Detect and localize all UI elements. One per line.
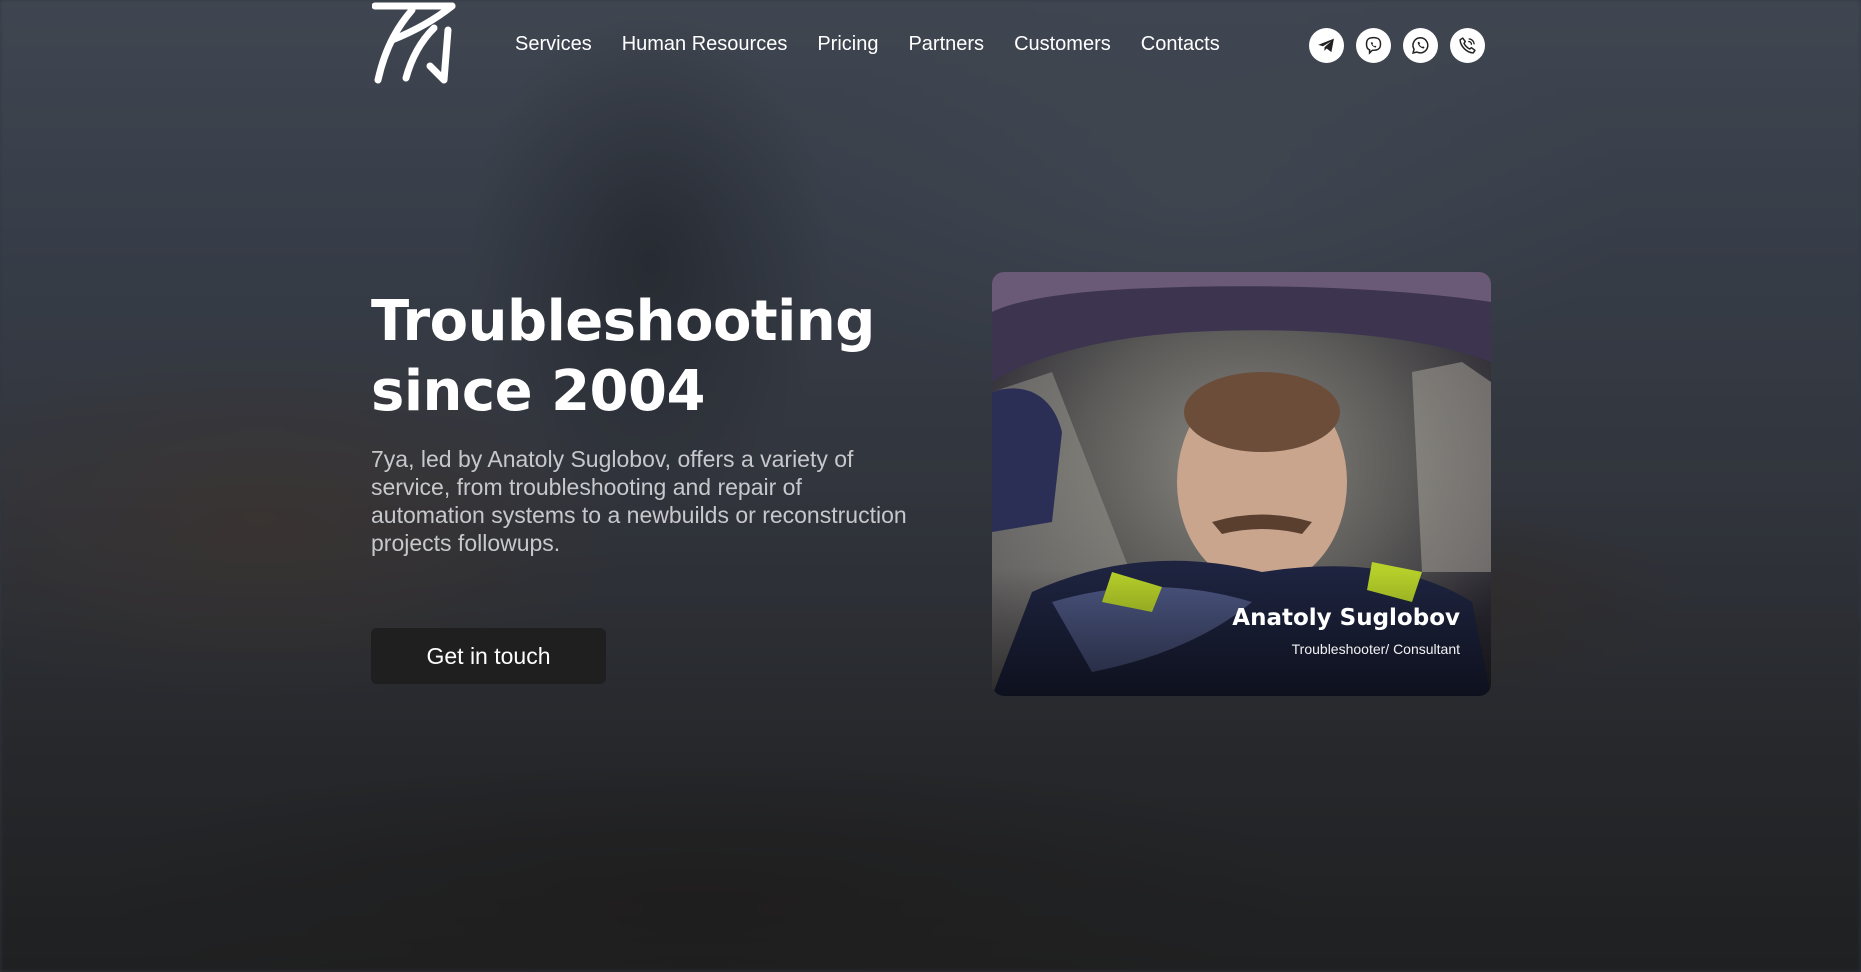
telegram-link[interactable] <box>1309 28 1344 63</box>
phone-link[interactable] <box>1450 28 1485 63</box>
nav-contacts[interactable]: Contacts <box>1141 33 1220 56</box>
profile-role: Troubleshooter/ Consultant <box>1291 641 1460 657</box>
nav-customers[interactable]: Customers <box>1014 33 1111 56</box>
profile-photo <box>992 272 1491 696</box>
nav-human-resources[interactable]: Human Resources <box>622 33 788 56</box>
whatsapp-icon <box>1412 37 1429 55</box>
phone-icon <box>1459 37 1476 54</box>
viber-link[interactable] <box>1356 28 1391 63</box>
main-nav: Services Human Resources Pricing Partner… <box>515 33 1220 56</box>
hero-description: 7ya, led by Anatoly Suglobov, offers a v… <box>371 446 907 556</box>
nav-partners[interactable]: Partners <box>908 33 984 56</box>
get-in-touch-button[interactable]: Get in touch <box>371 628 606 684</box>
hero-title: Troubleshooting since 2004 <box>371 287 931 427</box>
nav-pricing[interactable]: Pricing <box>817 33 878 56</box>
social-links <box>1309 28 1485 63</box>
hero-title-line1: Troubleshooting <box>371 289 875 354</box>
logo-icon[interactable] <box>372 0 462 86</box>
viber-icon <box>1365 36 1382 55</box>
hero-title-line2: since 2004 <box>371 359 705 424</box>
background-overlay <box>0 0 1861 972</box>
nav-services[interactable]: Services <box>515 33 592 56</box>
profile-card: Anatoly Suglobov Troubleshooter/ Consult… <box>992 272 1491 696</box>
whatsapp-link[interactable] <box>1403 28 1438 63</box>
site-header: Services Human Resources Pricing Partner… <box>372 0 1492 90</box>
telegram-icon <box>1318 38 1334 53</box>
profile-name: Anatoly Suglobov <box>1232 605 1460 631</box>
